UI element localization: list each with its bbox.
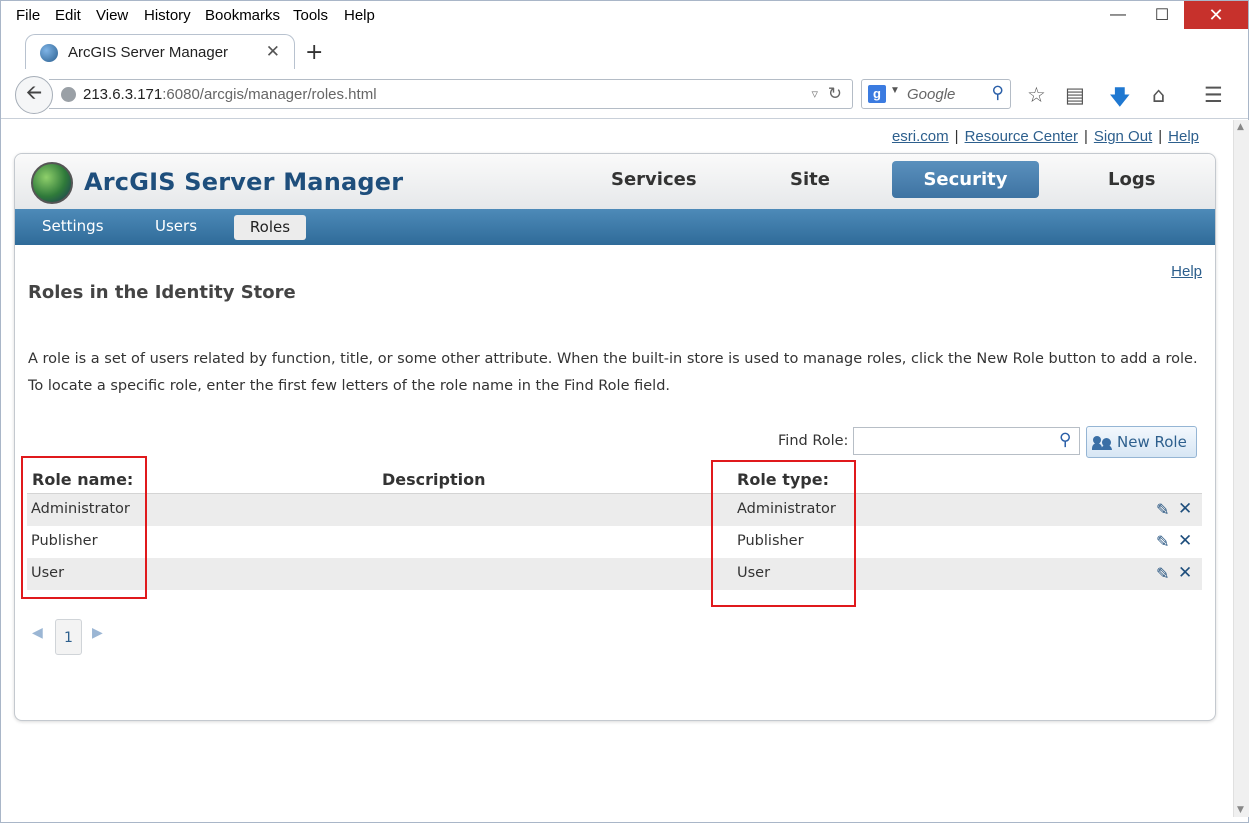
- sub-navigation: Settings Users Roles: [15, 209, 1215, 245]
- manager-panel: ArcGIS Server Manager Services Site Secu…: [14, 153, 1216, 721]
- find-role-input[interactable]: [853, 427, 1080, 455]
- subnav-roles[interactable]: Roles: [234, 215, 306, 240]
- favicon-icon: [40, 43, 58, 62]
- page-description: A role is a set of users related by func…: [28, 351, 1198, 394]
- highlight-box-role-type: [711, 460, 856, 607]
- nav-logs[interactable]: Logs: [1108, 169, 1155, 190]
- maximize-icon[interactable]: ☐: [1140, 1, 1184, 29]
- engine-dropdown-icon[interactable]: ▼: [890, 85, 900, 96]
- arcgis-globe-icon: [31, 162, 73, 204]
- nav-security[interactable]: Security: [892, 161, 1039, 198]
- tab-close-icon[interactable]: ✕: [266, 42, 280, 62]
- edit-pencil-icon[interactable]: ✎: [1156, 532, 1169, 551]
- table-row: User User ✎ ✕: [27, 558, 1202, 590]
- resource-center-link[interactable]: Resource Center: [965, 128, 1078, 145]
- scroll-down-icon[interactable]: ▼: [1237, 805, 1244, 815]
- nav-site[interactable]: Site: [790, 169, 830, 190]
- sign-out-link[interactable]: Sign Out: [1094, 128, 1152, 145]
- edit-pencil-icon[interactable]: ✎: [1156, 500, 1169, 519]
- app-header: ArcGIS Server Manager Services Site Secu…: [15, 154, 1215, 209]
- subnav-users[interactable]: Users: [155, 217, 197, 235]
- help-link[interactable]: Help: [1171, 263, 1202, 280]
- column-header-description: Description: [382, 470, 486, 489]
- menu-bar: File Edit View History Bookmarks Tools H…: [1, 1, 1248, 31]
- menu-help[interactable]: Help: [344, 7, 375, 24]
- google-engine-icon[interactable]: g: [868, 85, 886, 103]
- table-row: Publisher Publisher ✎ ✕: [27, 526, 1202, 558]
- highlight-box-role-name: [21, 456, 147, 599]
- nav-services[interactable]: Services: [611, 169, 697, 190]
- page-number[interactable]: 1: [55, 619, 82, 655]
- home-icon[interactable]: ⌂: [1152, 83, 1165, 107]
- esri-link[interactable]: esri.com: [892, 128, 949, 145]
- new-role-button[interactable]: New Role: [1086, 426, 1197, 458]
- bookmark-star-icon[interactable]: ☆: [1027, 83, 1046, 107]
- delete-x-icon[interactable]: ✕: [1178, 563, 1192, 583]
- top-help-link[interactable]: Help: [1168, 128, 1199, 145]
- delete-x-icon[interactable]: ✕: [1178, 499, 1192, 519]
- url-dropdown-icon[interactable]: ▿: [811, 86, 818, 102]
- menu-hamburger-icon[interactable]: ☰: [1204, 83, 1223, 107]
- new-role-label: New Role: [1117, 433, 1187, 451]
- new-role-icon: [1092, 434, 1113, 450]
- search-icon[interactable]: ⚲: [992, 83, 1004, 103]
- prev-page-icon[interactable]: ◀: [32, 625, 43, 641]
- find-role-label: Find Role:: [778, 433, 849, 449]
- subnav-settings[interactable]: Settings: [42, 217, 104, 235]
- reload-icon[interactable]: ↻: [828, 84, 842, 104]
- menu-history[interactable]: History: [144, 7, 191, 24]
- address-bar[interactable]: 213.6.3.171:6080/arcgis/manager/roles.ht…: [49, 79, 853, 109]
- next-page-icon[interactable]: ▶: [92, 625, 103, 641]
- navigation-bar: 213.6.3.171:6080/arcgis/manager/roles.ht…: [1, 69, 1248, 119]
- new-tab-icon[interactable]: +: [305, 40, 323, 65]
- tab-title: ArcGIS Server Manager: [68, 44, 229, 61]
- url-path: :6080/arcgis/manager/roles.html: [162, 86, 377, 103]
- search-placeholder: Google: [907, 86, 956, 103]
- table-row: Administrator Administrator ✎ ✕: [27, 494, 1202, 526]
- browser-tab[interactable]: ArcGIS Server Manager ✕: [25, 34, 295, 70]
- close-window-icon[interactable]: ✕: [1184, 1, 1248, 29]
- delete-x-icon[interactable]: ✕: [1178, 531, 1192, 551]
- menu-edit[interactable]: Edit: [55, 7, 81, 24]
- menu-view[interactable]: View: [96, 7, 128, 24]
- edit-pencil-icon[interactable]: ✎: [1156, 564, 1169, 583]
- scroll-up-icon[interactable]: ▲: [1237, 122, 1244, 132]
- menu-bookmarks[interactable]: Bookmarks: [205, 7, 280, 24]
- url-text: 213.6.3.171:6080/arcgis/manager/roles.ht…: [83, 86, 377, 103]
- find-search-icon[interactable]: ⚲: [1059, 430, 1071, 450]
- browser-window: File Edit View History Bookmarks Tools H…: [0, 0, 1249, 823]
- window-controls: — ☐ ✕: [1096, 1, 1248, 29]
- search-box[interactable]: g ▼ Google ⚲: [861, 79, 1011, 109]
- site-identity-icon[interactable]: [61, 87, 76, 102]
- minimize-icon[interactable]: —: [1096, 1, 1140, 29]
- downloads-icon[interactable]: 🡇: [1109, 83, 1131, 118]
- back-button[interactable]: 🡨: [15, 76, 53, 114]
- top-links: esri.com | Resource Center | Sign Out | Help: [891, 128, 1199, 145]
- page-title: Roles in the Identity Store: [28, 282, 296, 303]
- reading-list-icon[interactable]: ▤: [1065, 83, 1085, 107]
- app-title: ArcGIS Server Manager: [84, 168, 404, 196]
- tab-strip: ArcGIS Server Manager ✕ +: [1, 31, 1248, 70]
- menu-tools[interactable]: Tools: [293, 7, 328, 24]
- url-host: 213.6.3.171: [83, 86, 163, 103]
- vertical-scrollbar[interactable]: ▲ ▼: [1233, 120, 1249, 817]
- page-content: esri.com | Resource Center | Sign Out | Help A…: [1, 120, 1233, 817]
- menu-file[interactable]: File: [16, 7, 40, 24]
